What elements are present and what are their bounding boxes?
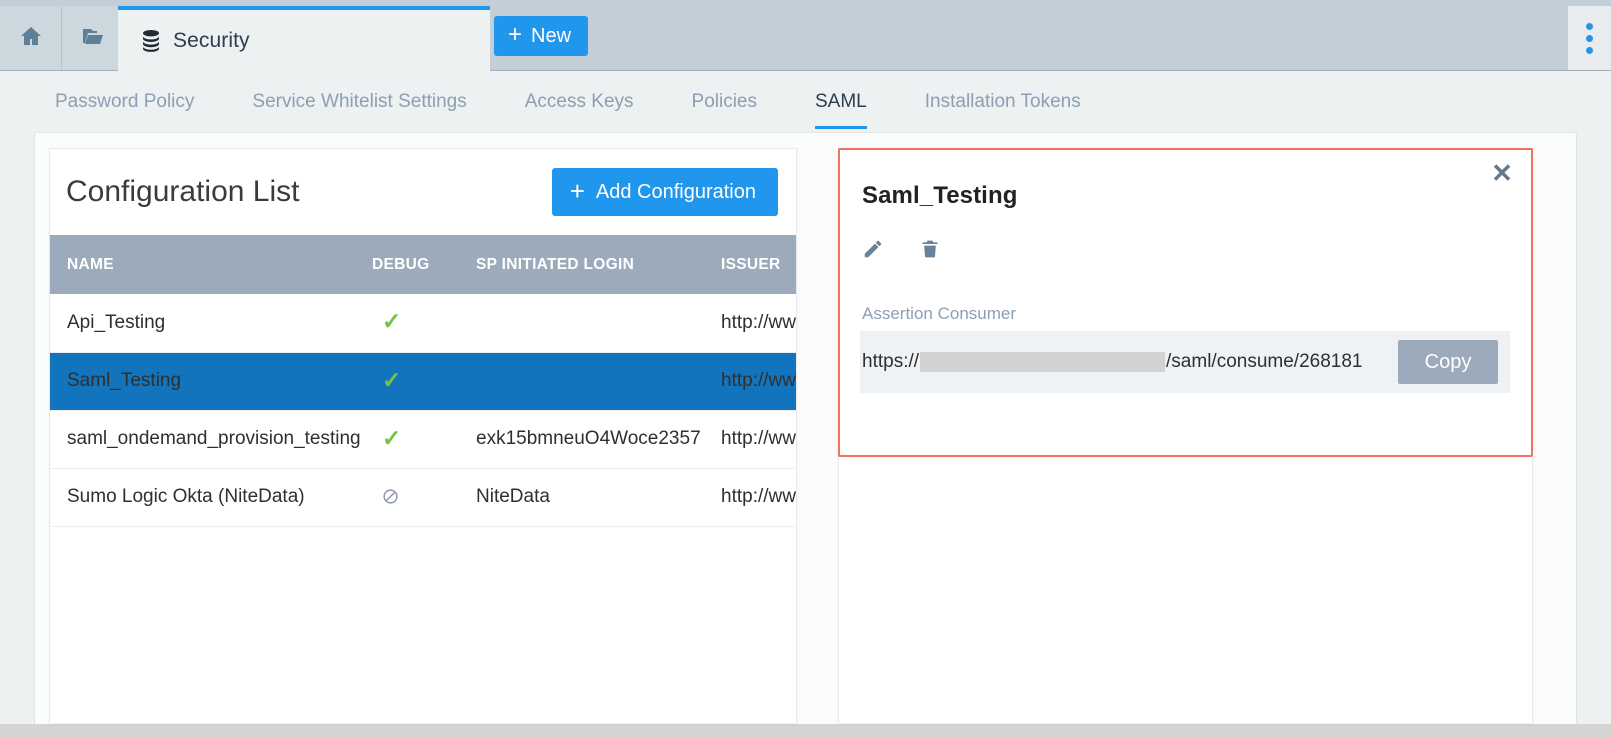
check-icon: ✓ [382,425,401,451]
assertion-consumer-label: Assertion Consumer [862,304,1016,324]
column-header-name[interactable]: NAME [50,235,372,294]
url-suffix: /saml/consume/268181 [1166,351,1362,373]
browser-chrome: Security + New [0,0,1611,71]
cell-issuer: http://www. [721,352,797,410]
url-prefix: https:// [862,351,919,373]
cell-sp-initiated-login [476,294,721,352]
folder-button[interactable] [62,6,124,70]
detail-title: Saml_Testing [862,182,1017,210]
kebab-dot [1586,23,1593,30]
cell-issuer: http://www. [721,468,797,526]
subnav-item-access-keys[interactable]: Access Keys [525,91,634,129]
subnav-item-password-policy[interactable]: Password Policy [55,91,194,129]
add-configuration-label: Add Configuration [596,181,756,204]
configuration-table: NAME DEBUG SP INITIATED LOGIN ISSUER Api… [50,235,797,527]
prohibited-icon [382,488,399,505]
page-tab-label: Security [173,29,250,53]
table-row[interactable]: saml_ondemand_provision_testing ✓ exk15bmn… [50,410,797,468]
assertion-consumer-field: https:// /saml/consume/268181 Copy [860,331,1510,393]
cell-debug: ✓ [372,410,476,468]
cell-issuer: http://www. [721,410,797,468]
plus-icon: + [508,23,522,47]
database-icon [141,30,161,52]
overflow-menu-button[interactable] [1568,6,1611,70]
table-row[interactable]: Api_Testing ✓ http://www. [50,294,797,352]
add-configuration-button[interactable]: + Add Configuration [552,168,778,216]
subnav-item-saml[interactable]: SAML [815,91,867,129]
cell-name: Api_Testing [50,294,372,352]
saml-detail-panel: ✕ Saml_Testing Assertion Consumer https:… [838,148,1533,457]
cell-sp-initiated-login [476,352,721,410]
check-icon: ✓ [382,308,401,334]
cell-debug: ✓ [372,352,476,410]
configuration-list-panel: Configuration List + Add Configuration N… [49,148,797,723]
cell-issuer: http://www. [721,294,797,352]
redacted-host [920,352,1165,372]
check-icon: ✓ [382,367,401,393]
subnav-item-policies[interactable]: Policies [692,91,757,129]
page-tab-security[interactable]: Security [118,6,490,71]
table-header-row: NAME DEBUG SP INITIATED LOGIN ISSUER [50,235,797,294]
folder-open-icon [80,24,106,53]
kebab-dot [1586,47,1593,54]
close-icon[interactable]: ✕ [1487,158,1517,188]
cell-name: Sumo Logic Okta (NiteData) [50,468,372,526]
cell-debug [372,468,476,526]
table-header: NAME DEBUG SP INITIATED LOGIN ISSUER [50,235,797,294]
cell-name: Saml_Testing [50,352,372,410]
kebab-dot [1586,35,1593,42]
page-body: Configuration List + Add Configuration N… [0,129,1611,724]
column-header-sp-initiated-login[interactable]: SP INITIATED LOGIN [476,235,721,294]
subnav-item-service-whitelist-settings[interactable]: Service Whitelist Settings [252,91,466,129]
cell-name: saml_ondemand_provision_testing [50,410,372,468]
subnav-item-installation-tokens[interactable]: Installation Tokens [925,91,1081,129]
assertion-consumer-value: https:// /saml/consume/268181 [860,351,1362,373]
table-row[interactable]: Sumo Logic Okta (NiteData) NiteDatahttp:/… [50,468,797,526]
table-row[interactable]: Saml_Testing ✓ http://www. [50,352,797,410]
configuration-list-header: Configuration List + Add Configuration [50,149,796,235]
new-button[interactable]: + New [494,16,588,56]
cell-sp-initiated-login: exk15bmneuO4Woce2357 [476,410,721,468]
column-header-debug[interactable]: DEBUG [372,235,476,294]
detail-action-bar [862,238,942,262]
page-title: Configuration List [66,175,299,209]
cell-debug: ✓ [372,294,476,352]
cell-sp-initiated-login: NiteData [476,468,721,526]
home-icon [18,24,44,53]
pencil-icon[interactable] [862,238,884,262]
table-body: Api_Testing ✓ http://www. Saml_Testing ✓ http… [50,294,797,526]
copy-button[interactable]: Copy [1398,340,1498,384]
trash-icon[interactable] [920,238,942,262]
plus-icon: + [570,178,585,204]
content-card: Configuration List + Add Configuration N… [34,132,1577,724]
column-header-issuer[interactable]: ISSUER [721,235,797,294]
new-button-label: New [531,25,571,48]
sub-navigation-tabs: Password Policy Service Whitelist Setting… [0,71,1611,129]
home-button[interactable] [0,6,62,70]
